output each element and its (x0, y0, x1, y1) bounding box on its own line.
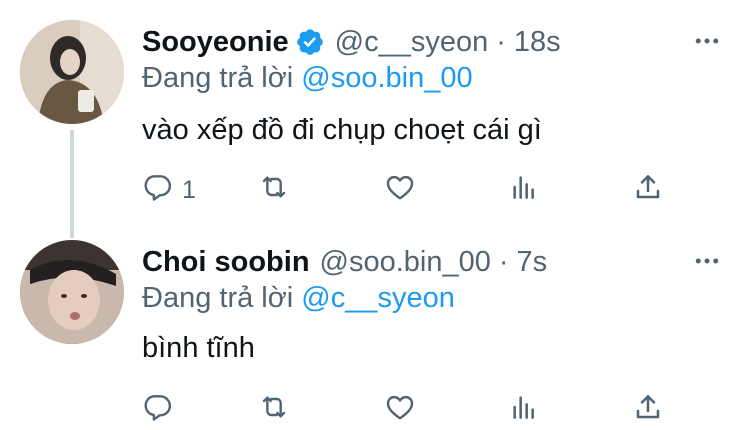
tweet-text: bình tĩnh (142, 332, 255, 364)
stats-icon (508, 171, 540, 210)
share-button[interactable] (632, 170, 664, 210)
avatar-sooyeonie[interactable] (20, 20, 124, 124)
avatar-choi-soobin[interactable] (20, 240, 124, 344)
reply-button[interactable] (142, 390, 174, 430)
share-button[interactable] (632, 390, 664, 430)
reply-count: 1 (182, 175, 196, 204)
like-button[interactable] (384, 170, 416, 210)
reply-icon (142, 171, 174, 210)
tweet-header: Choi soobin @soo.bin_00 · 7s (142, 242, 547, 282)
more-icon[interactable] (692, 26, 722, 56)
tweet-header: Sooyeonie @c__syeon · 18s (142, 22, 561, 62)
replying-to-mention[interactable]: @c__syeon (301, 282, 455, 314)
separator-dot: · (496, 25, 506, 58)
tweet-actions (142, 390, 682, 430)
stats-button[interactable] (508, 170, 540, 210)
handle[interactable]: @c__syeon (335, 26, 489, 59)
share-icon (632, 171, 664, 210)
timestamp[interactable]: 7s (517, 246, 548, 279)
retweet-icon (258, 171, 290, 210)
replying-to: Đang trả lời @soo.bin_00 (142, 62, 473, 95)
retweet-button[interactable] (258, 170, 290, 210)
handle[interactable]: @soo.bin_00 (320, 246, 491, 279)
replying-prefix: Đang trả lời (142, 282, 294, 314)
tweet-2[interactable]: Choi soobin @soo.bin_00 · 7s Đang trả lờ… (0, 224, 750, 424)
like-icon (384, 171, 416, 210)
separator-dot: · (498, 245, 509, 278)
like-button[interactable] (384, 390, 416, 430)
stats-button[interactable] (508, 390, 540, 430)
replying-to-mention[interactable]: @soo.bin_00 (301, 62, 472, 94)
tweet-text: vào xếp đồ đi chụp choẹt cái gì (142, 114, 542, 146)
tweet-1[interactable]: Sooyeonie @c__syeon · 18s Đang trả lời @… (0, 0, 750, 238)
display-name[interactable]: Choi soobin (142, 246, 310, 279)
reply-button[interactable]: 1 (142, 170, 196, 210)
replying-prefix: Đang trả lời (142, 62, 294, 94)
display-name[interactable]: Sooyeonie (142, 26, 289, 59)
thread-line (70, 130, 74, 238)
verified-badge-icon (295, 27, 325, 57)
replying-to: Đang trả lời @c__syeon (142, 282, 455, 315)
more-icon[interactable] (692, 246, 722, 276)
tweet-actions: 1 (142, 170, 682, 210)
timestamp[interactable]: 18s (514, 26, 561, 59)
retweet-button[interactable] (258, 390, 290, 430)
